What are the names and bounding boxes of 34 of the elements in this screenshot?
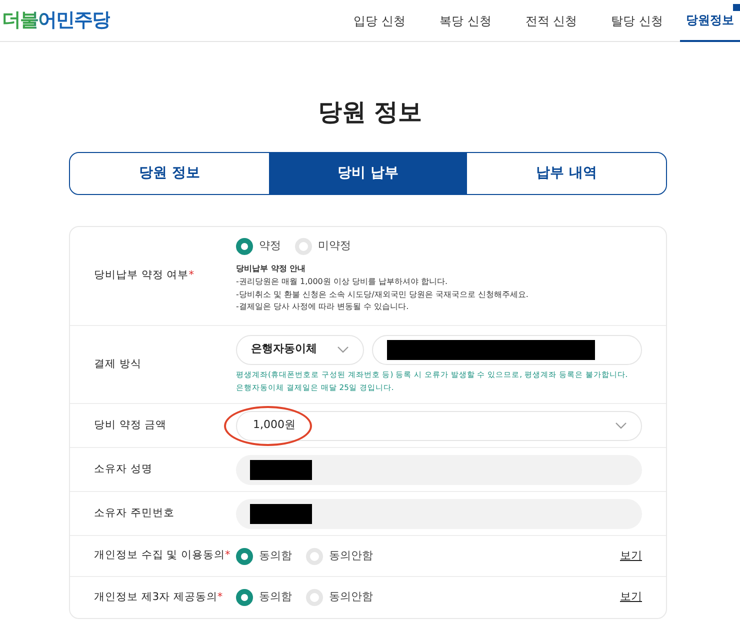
- page-title: 당원 정보: [316, 97, 424, 128]
- notice-text: -결제일은 당사 사정에 따라 변동될 수 있습니다.: [236, 301, 410, 314]
- field-label: 개인정보 제3자 제공동의*: [94, 590, 223, 605]
- nav-link[interactable]: 당원정보: [680, 0, 740, 42]
- select-field[interactable]: 은행자동이체: [236, 334, 364, 365]
- field-label: 결제 방식: [94, 356, 142, 372]
- tab[interactable]: 당비 납부: [268, 153, 468, 194]
- field-label: 당비납부 약정 여부*: [94, 268, 194, 284]
- radio-label: 미약정: [318, 238, 351, 254]
- field-label: 소유자 성명: [94, 462, 152, 477]
- notice-text: -당비취소 및 환불 신청은 소속 시도당/재외국민 당원은 국재국으로 신청해주세요.: [236, 288, 530, 300]
- field-label: 소유자 주민번호: [94, 506, 174, 521]
- radio-label: 동의안함: [329, 548, 373, 564]
- field-label: 개인정보 수집 및 이용동의*: [94, 548, 230, 564]
- nav-link[interactable]: 복당 신청: [422, 0, 508, 42]
- radio-button[interactable]: [236, 589, 253, 606]
- field-label: 당비 약정 금액: [94, 418, 167, 433]
- radio-button[interactable]: [236, 548, 253, 564]
- select-field[interactable]: 1,000원: [236, 410, 642, 440]
- chevron-down-icon: [615, 422, 627, 429]
- view-link[interactable]: 보기: [620, 548, 642, 564]
- nav-link[interactable]: 탈당 신청: [594, 0, 680, 42]
- chevron-down-icon: [337, 346, 349, 354]
- nav-link[interactable]: 전적 신청: [508, 0, 594, 42]
- radio-label: 동의함: [259, 548, 292, 564]
- input-field[interactable]: [372, 334, 642, 365]
- view-link[interactable]: 보기: [620, 589, 642, 606]
- radio-button[interactable]: [236, 238, 253, 255]
- notice-title: 당비납부 약정 안내: [236, 262, 307, 275]
- nav-link[interactable]: 입당 신청: [336, 0, 423, 42]
- radio-label: 약정: [259, 238, 281, 254]
- radio-label: 동의함: [259, 589, 292, 606]
- radio-label: 동의안함: [329, 589, 373, 606]
- notice-text: -권리당원은 매월 1,000원 이상 당비를 납부하셔야 합니다.: [236, 276, 449, 288]
